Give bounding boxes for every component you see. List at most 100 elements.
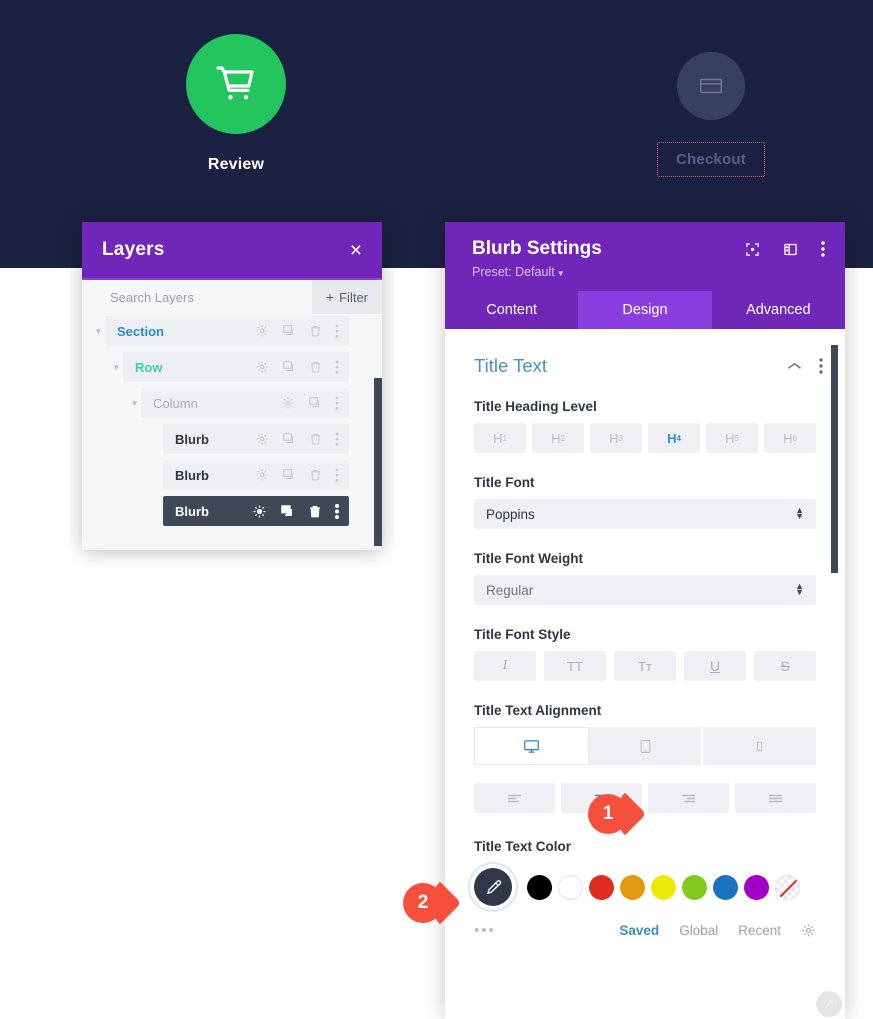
heading-level-h5[interactable]: H5 — [706, 423, 758, 453]
filter-button[interactable]: + Filter — [311, 280, 382, 314]
swatch-green[interactable] — [682, 874, 707, 900]
layer-row-section[interactable]: ▼ Section — [82, 316, 382, 346]
gear-icon[interactable] — [255, 360, 269, 374]
duplicate-icon[interactable] — [282, 360, 296, 374]
more-icon[interactable] — [335, 468, 339, 482]
layers-scrollbar[interactable] — [374, 378, 382, 546]
preset-label: Preset: Default — [472, 265, 555, 279]
uppercase-icon[interactable]: TT — [544, 651, 606, 681]
more-icon[interactable] — [335, 503, 339, 519]
swatch-red[interactable] — [589, 874, 614, 900]
more-icon[interactable] — [335, 360, 339, 374]
settings-scrollbar[interactable] — [831, 345, 838, 573]
layer-row-blurb-2[interactable]: Blurb — [82, 460, 382, 490]
layer-row-blurb-1[interactable]: Blurb — [82, 424, 382, 454]
gear-icon[interactable] — [252, 504, 267, 519]
duplicate-icon[interactable] — [308, 396, 322, 410]
chevron-up-icon[interactable] — [787, 361, 802, 371]
eyedropper-icon[interactable] — [474, 868, 512, 906]
layer-label: Row — [135, 359, 163, 375]
color-tab-recent[interactable]: Recent — [738, 923, 781, 938]
trash-icon[interactable] — [309, 360, 322, 374]
capitalize-icon[interactable]: Tт — [614, 651, 676, 681]
gear-icon[interactable] — [255, 468, 269, 482]
trash-icon[interactable] — [309, 468, 322, 482]
title-font-select[interactable]: Poppins ▲ ▼ — [474, 499, 816, 529]
field-label: Title Text Color — [474, 839, 572, 854]
more-icon[interactable] — [819, 358, 823, 374]
heading-level-h1[interactable]: H1 — [474, 423, 526, 453]
tablet-icon[interactable] — [588, 727, 704, 765]
duplicate-icon[interactable] — [282, 468, 296, 482]
align-left-icon[interactable] — [474, 783, 555, 813]
chevron-updown-icon: ▲ ▼ — [795, 581, 804, 597]
color-tab-saved[interactable]: Saved — [619, 923, 659, 938]
tab-design[interactable]: Design — [578, 291, 712, 329]
chevron-down-icon[interactable]: ▼ — [128, 399, 141, 408]
more-icon[interactable]: ••• — [474, 922, 496, 939]
tab-advanced[interactable]: Advanced — [712, 291, 845, 329]
swatch-black[interactable] — [527, 874, 552, 900]
swatch-white[interactable] — [558, 874, 583, 900]
swatch-yellow[interactable] — [651, 874, 676, 900]
section-heading: Title Text — [474, 355, 547, 376]
gear-icon[interactable] — [255, 324, 269, 338]
plus-icon: + — [325, 289, 335, 305]
search-input[interactable]: Search Layers — [110, 290, 312, 305]
heading-level-h2[interactable]: H2 — [532, 423, 584, 453]
title-font-weight-select[interactable]: Regular ▲ ▼ — [474, 575, 816, 605]
filter-button-label: Filter — [339, 289, 368, 305]
italic-icon[interactable]: I — [474, 651, 536, 681]
trash-icon[interactable] — [309, 324, 322, 338]
split-view-icon[interactable] — [783, 242, 798, 257]
blurb-checkout-title[interactable]: Checkout — [620, 142, 802, 177]
align-right-icon[interactable] — [648, 783, 729, 813]
duplicate-icon[interactable] — [280, 504, 295, 519]
field-label: Title Heading Level — [474, 399, 597, 414]
more-icon[interactable] — [335, 396, 339, 410]
duplicate-icon[interactable] — [282, 324, 296, 338]
heading-level-h6[interactable]: H6 — [764, 423, 816, 453]
field-title-font: Title Font Poppins ▲ ▼ — [445, 475, 845, 529]
tab-content[interactable]: Content — [445, 291, 578, 329]
gear-icon[interactable] — [255, 432, 269, 446]
gear-icon[interactable] — [801, 923, 816, 938]
blurb-checkout[interactable]: Checkout — [620, 52, 802, 177]
strikethrough-icon[interactable]: S — [754, 651, 816, 681]
heading-level-h3[interactable]: H3 — [590, 423, 642, 453]
focus-icon[interactable] — [745, 242, 760, 257]
swatch-transparent[interactable] — [775, 874, 800, 900]
close-icon[interactable]: × — [350, 240, 362, 261]
gear-icon[interactable] — [281, 396, 295, 410]
heading-letter: H — [609, 430, 619, 446]
more-icon[interactable] — [335, 432, 339, 446]
color-tab-global[interactable]: Global — [679, 923, 718, 938]
layer-row-row[interactable]: ▼ Row — [82, 352, 382, 382]
underline-icon[interactable]: U — [684, 651, 746, 681]
heading-level-h4[interactable]: H4 — [648, 423, 700, 453]
blurb-review[interactable]: Review — [145, 34, 327, 174]
chevron-down-icon[interactable]: ▼ — [110, 363, 123, 372]
trash-icon[interactable] — [309, 432, 322, 446]
blurb-settings-modal: Blurb Settings Preset: Default ▼ Content … — [445, 222, 845, 1019]
heading-num: 5 — [734, 433, 739, 443]
more-icon[interactable] — [821, 241, 825, 257]
swatch-purple[interactable] — [744, 874, 769, 900]
field-label: Title Font — [474, 475, 535, 490]
layer-row-blurb-3[interactable]: Blurb — [82, 496, 382, 526]
phone-icon[interactable] — [703, 727, 817, 765]
trash-icon[interactable] — [308, 504, 322, 519]
more-icon[interactable] — [335, 324, 339, 338]
preset-selector[interactable]: Preset: Default ▼ — [472, 265, 823, 279]
align-justify-icon[interactable] — [735, 783, 816, 813]
chevron-down-icon[interactable]: ▼ — [92, 327, 105, 336]
settings-header: Blurb Settings Preset: Default ▼ — [445, 222, 845, 291]
desktop-icon[interactable] — [474, 727, 589, 765]
chevron-updown-icon: ▲ ▼ — [795, 505, 804, 521]
resize-icon[interactable] — [816, 991, 842, 1017]
duplicate-icon[interactable] — [282, 432, 296, 446]
swatch-blue[interactable] — [713, 874, 738, 900]
layer-row-column[interactable]: ▼ Column — [82, 388, 382, 418]
swatch-orange[interactable] — [620, 874, 645, 900]
align-center-icon[interactable] — [561, 783, 642, 813]
